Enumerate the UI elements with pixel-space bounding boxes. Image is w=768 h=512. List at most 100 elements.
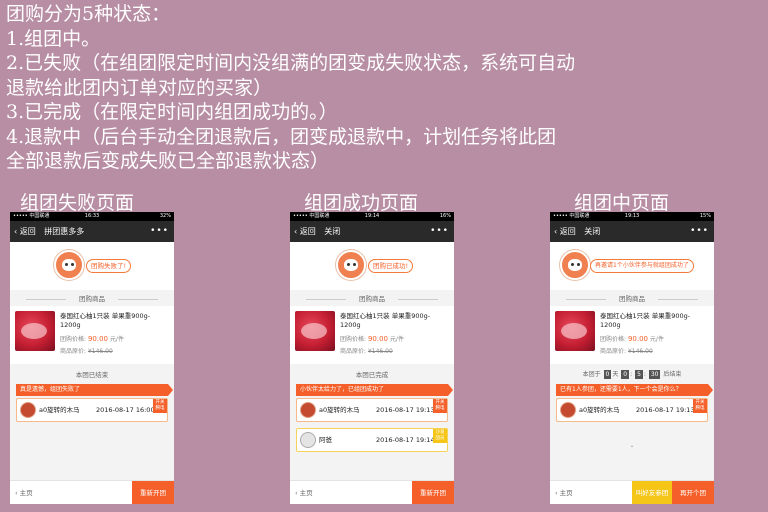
more-icon[interactable]: ••• xyxy=(430,221,449,242)
clock: 19:14 xyxy=(364,213,380,219)
product-image xyxy=(555,311,595,351)
invite-friends-button[interactable]: 叫好友参团 xyxy=(632,481,672,504)
battery: 32% xyxy=(159,213,171,219)
section-title: 团购商品 xyxy=(550,292,714,306)
avatar xyxy=(300,402,316,418)
back-label: 返回 xyxy=(559,227,576,236)
restart-group-button[interactable]: 重新开团 xyxy=(412,481,454,504)
status-banner: 团购失败了! xyxy=(10,242,174,290)
back-button[interactable]: ‹ 返回 xyxy=(294,221,316,242)
product-card[interactable]: 泰国红心柚1只装 单果重900g-1200g 团购价格: 90.00 元/件 商… xyxy=(550,306,714,364)
chevron-down-icon[interactable]: ⌄ xyxy=(550,442,714,449)
member-time: 2016-08-17 19:13 xyxy=(376,406,435,414)
countdown-hours: 0 xyxy=(621,370,630,379)
intro-line: 3.已完成（在限定时间内组团成功的。） xyxy=(6,101,338,123)
group-price: 团购价格: 90.00 元/件 xyxy=(340,335,404,343)
product-image xyxy=(295,311,335,351)
status-banner: 团购已成功! xyxy=(290,242,454,290)
avatar xyxy=(300,432,316,448)
status-bubble: 再邀请1个小伙伴参与就组团成功了 xyxy=(590,259,694,273)
intro-line: 2.已失败（在组团限定时间内没组满的团变成失败状态，系统可自动 xyxy=(6,52,576,74)
product-name: 泰国红心柚1只装 单果重900g-1200g xyxy=(600,312,691,329)
avatar xyxy=(20,402,36,418)
status-bar: ••••• 中国联通 19:14 16% xyxy=(290,212,454,221)
member-time: 2016-08-17 19:14 xyxy=(376,436,435,444)
countdown-timer: 本团于 0天 0: 5: 30 后结束 xyxy=(582,370,682,379)
footer-bar: ‹ 主页 叫好友参团 再开个团 xyxy=(550,480,714,504)
more-icon[interactable]: ••• xyxy=(150,221,169,242)
member-time: 2016-08-17 19:13 xyxy=(636,406,695,414)
status-bar: ••••• 中国联通 19:13 15% xyxy=(550,212,714,221)
home-link[interactable]: ‹ 主页 xyxy=(15,481,33,504)
status-bubble: 团购已成功! xyxy=(368,259,414,273)
footer-bar: ‹ 主页 重新开团 xyxy=(10,480,174,504)
original-price: 商品原价: ¥146.00 xyxy=(600,348,653,355)
original-price: 商品原价: ¥146.00 xyxy=(60,348,113,355)
group-tip: 小伙伴太给力了，已组团成功了 xyxy=(296,384,453,396)
phone-success: ••••• 中国联通 19:14 16% ‹ 返回 关闭 ••• 团购已成功! … xyxy=(290,212,454,504)
leader-tag: 开关 腾电 xyxy=(433,399,447,413)
back-button[interactable]: ‹ 返回 xyxy=(554,221,576,242)
member-row: 阿爸 2016-08-17 19:14 沙发 团员 xyxy=(296,428,448,452)
countdown-seconds: 30 xyxy=(648,370,661,379)
restart-group-button[interactable]: 重新开团 xyxy=(132,481,174,504)
countdown-days: 0 xyxy=(603,370,612,379)
section-title: 团购商品 xyxy=(290,292,454,306)
phone-failed: ••••• 中国联通 16:33 32% ‹ 返回 拼团惠多多 ••• 团购失败… xyxy=(10,212,174,504)
back-button[interactable]: ‹ 返回 xyxy=(14,221,36,242)
phone-inprogress: ••••• 中国联通 19:13 15% ‹ 返回 关闭 ••• 再邀请1个小伙… xyxy=(550,212,714,504)
intro-line: 团购分为5种状态： xyxy=(6,3,171,25)
leader-tag: 开关 腾电 xyxy=(153,399,167,413)
group-tip: 已有1人参团，还需要1人，下一个会是你么？ xyxy=(556,384,713,396)
group-price: 团购价格: 90.00 元/件 xyxy=(60,335,124,343)
product-card[interactable]: 泰国红心柚1只装 单果重900g-1200g 团购价格: 90.00 元/件 商… xyxy=(10,306,174,364)
product-name: 泰国红心柚1只装 单果重900g-1200g xyxy=(340,312,431,329)
intro-line: 退款给此团内订单对应的买家） xyxy=(6,76,273,99)
more-icon[interactable]: ••• xyxy=(690,221,709,242)
status-banner: 再邀请1个小伙伴参与就组团成功了 xyxy=(550,242,714,290)
close-button[interactable]: 关闭 xyxy=(324,221,340,242)
nav-bar: ‹ 返回 关闭 ••• xyxy=(290,221,454,242)
nav-bar: ‹ 返回 拼团惠多多 ••• xyxy=(10,221,174,242)
new-group-button[interactable]: 再开个团 xyxy=(672,481,714,504)
intro-line: 1.组团中。 xyxy=(6,27,101,50)
status-bar: ••••• 中国联通 16:33 32% xyxy=(10,212,174,221)
avatar xyxy=(560,402,576,418)
status-bubble: 团购失败了! xyxy=(86,259,132,273)
mascot-icon xyxy=(560,250,590,280)
group-status-title: 本团已结束 xyxy=(75,371,109,379)
member-name: a0旋转的木马 xyxy=(579,406,620,414)
group-price: 团购价格: 90.00 元/件 xyxy=(600,335,664,343)
product-card[interactable]: 泰国红心柚1只装 单果重900g-1200g 团购价格: 90.00 元/件 商… xyxy=(290,306,454,364)
countdown-minutes: 5 xyxy=(635,370,643,379)
original-price: 商品原价: ¥146.00 xyxy=(340,348,393,355)
group-tip: 真是遗憾，组团失败了 xyxy=(16,384,173,396)
back-label: 返回 xyxy=(299,227,316,236)
home-link[interactable]: ‹ 主页 xyxy=(555,481,573,504)
member-name: a0旋转的木马 xyxy=(319,406,360,414)
close-button[interactable]: 关闭 xyxy=(584,221,600,242)
leader-tag: 开关 腾电 xyxy=(693,399,707,413)
nav-title: 拼团惠多多 xyxy=(44,227,85,236)
member-name: a0旋转的木马 xyxy=(39,406,80,414)
member-row: a0旋转的木马 2016-08-17 16:00 开关 腾电 xyxy=(16,398,168,422)
product-name: 泰国红心柚1只装 单果重900g-1200g xyxy=(60,312,151,329)
home-link[interactable]: ‹ 主页 xyxy=(295,481,313,504)
battery: 16% xyxy=(439,213,451,219)
caption-inprogress: 组团中页面 xyxy=(574,192,670,214)
caption-success: 组团成功页面 xyxy=(304,192,419,214)
section-title: 团购商品 xyxy=(10,292,174,306)
member-row: a0旋转的木马 2016-08-17 19:13 开关 腾电 xyxy=(296,398,448,422)
battery: 15% xyxy=(699,213,711,219)
nav-bar: ‹ 返回 关闭 ••• xyxy=(550,221,714,242)
product-image xyxy=(15,311,55,351)
intro-line: 4.退款中（后台手动全团退款后，团变成退款中，计划任务将此团 xyxy=(6,125,557,148)
member-time: 2016-08-17 16:00 xyxy=(96,406,155,414)
member-name: 阿爸 xyxy=(319,436,332,444)
intro-text: 团购分为5种状态： 1.组团中。 2.已失败（在组团限定时间内没组满的团变成失败… xyxy=(6,2,766,174)
clock: 19:13 xyxy=(624,213,640,219)
caption-failed: 组团失败页面 xyxy=(20,192,135,214)
sad-mascot-icon xyxy=(54,250,84,280)
clock: 16:33 xyxy=(84,213,100,219)
sofa-tag: 沙发 团员 xyxy=(433,429,447,443)
